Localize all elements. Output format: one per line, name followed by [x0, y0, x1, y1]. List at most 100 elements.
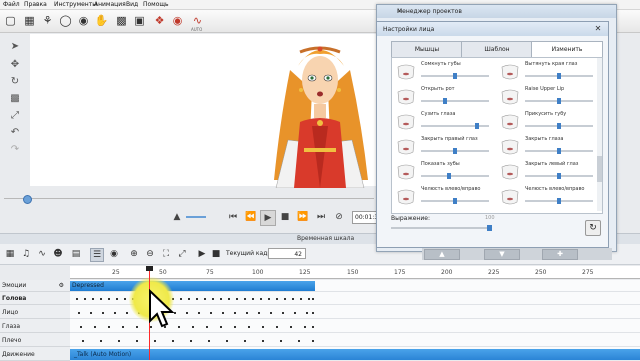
- tab-template[interactable]: Шаблон: [461, 41, 533, 58]
- keyframe-marker[interactable]: [126, 312, 128, 314]
- face-control-slider[interactable]: [421, 173, 489, 179]
- key-icon[interactable]: ◉: [108, 248, 120, 260]
- motion-clip[interactable]: _Talk (Auto Motion): [70, 349, 640, 360]
- menu-edit[interactable]: Правка: [24, 1, 47, 8]
- keyframe-marker[interactable]: [246, 312, 248, 314]
- keyframe-marker[interactable]: [154, 340, 156, 342]
- keyframe-marker[interactable]: [294, 312, 296, 314]
- keyframe-marker[interactable]: [174, 312, 176, 314]
- face-control[interactable]: Показать зубы: [394, 160, 492, 185]
- keyframe-marker[interactable]: [100, 340, 102, 342]
- keyframe-marker[interactable]: [222, 312, 224, 314]
- gear-icon[interactable]: ⚙: [59, 280, 64, 292]
- keyframe-marker[interactable]: [172, 340, 174, 342]
- head-icon[interactable]: ☻: [52, 248, 64, 260]
- face-control-handle[interactable]: [475, 123, 479, 129]
- track-settings-icon[interactable]: ▦: [4, 248, 16, 260]
- current-frame-input[interactable]: 42: [268, 248, 306, 259]
- keyframe-marker[interactable]: [308, 298, 310, 300]
- face-control-handle[interactable]: [453, 198, 457, 204]
- face-control[interactable]: Закрыть глаза: [498, 135, 596, 160]
- layer-icon[interactable]: ▤: [70, 248, 82, 260]
- move-icon[interactable]: ✥: [8, 58, 22, 72]
- keyframe-marker[interactable]: [180, 298, 182, 300]
- face-control-handle[interactable]: [443, 98, 447, 104]
- keyframe-marker[interactable]: [108, 298, 110, 300]
- keyframe-marker[interactable]: [234, 326, 236, 328]
- keyframe-marker[interactable]: [84, 298, 86, 300]
- keyframe-marker[interactable]: [306, 312, 308, 314]
- keyframe-marker[interactable]: [292, 298, 294, 300]
- project-manager-titlebar[interactable]: Менеджер проектов ✕: [377, 5, 616, 18]
- face-control-handle[interactable]: [557, 73, 561, 79]
- keyframe-marker[interactable]: [312, 340, 314, 342]
- keyframe-marker[interactable]: [190, 340, 192, 342]
- keyframe-marker[interactable]: [276, 326, 278, 328]
- preview-scrubber[interactable]: [4, 194, 374, 204]
- play-icon[interactable]: ▶: [260, 210, 276, 226]
- keyframe-marker[interactable]: [78, 312, 80, 314]
- keyframe-marker[interactable]: [258, 312, 260, 314]
- keyframe-marker[interactable]: [90, 312, 92, 314]
- keyframe-marker[interactable]: [76, 298, 78, 300]
- face-control-handle[interactable]: [557, 123, 561, 129]
- keyframe-marker[interactable]: [188, 298, 190, 300]
- keyframe-marker[interactable]: [100, 298, 102, 300]
- keyframe-marker[interactable]: [124, 298, 126, 300]
- puppet-icon[interactable]: ⚘: [40, 13, 55, 28]
- reset-icon[interactable]: ↻: [585, 220, 601, 236]
- face-control-handle[interactable]: [557, 198, 561, 204]
- hand-icon[interactable]: ✋: [94, 13, 109, 28]
- face-settings-panel[interactable]: Настройки лица ✕ Мышцы Шаблон Изменить С…: [376, 21, 609, 248]
- face-control-handle[interactable]: [557, 98, 561, 104]
- keyframe-marker[interactable]: [136, 340, 138, 342]
- keyframe-marker[interactable]: [206, 326, 208, 328]
- keyframe-marker[interactable]: [244, 340, 246, 342]
- volume-icon[interactable]: ▲: [170, 210, 184, 224]
- face-control[interactable]: Закрыть левый глаз: [498, 160, 596, 185]
- lip-sync-icon[interactable]: ❖: [152, 13, 167, 28]
- face-control-slider[interactable]: [525, 123, 593, 129]
- eye-icon[interactable]: ◉: [76, 13, 91, 28]
- face-control[interactable]: Сомкнуть губы: [394, 60, 492, 85]
- keyframe-marker[interactable]: [118, 340, 120, 342]
- keyframe-marker[interactable]: [94, 326, 96, 328]
- face-control-slider[interactable]: [421, 73, 489, 79]
- face-control-handle[interactable]: [453, 148, 457, 154]
- expression-slider[interactable]: [391, 225, 492, 231]
- keyframe-marker[interactable]: [262, 326, 264, 328]
- track-label-eyes[interactable]: Глаза: [0, 321, 70, 333]
- keyframe-marker[interactable]: [282, 312, 284, 314]
- face-control-slider[interactable]: [525, 98, 593, 104]
- face-control[interactable]: Вытянуть края глаз: [498, 60, 596, 85]
- select-arrow-icon[interactable]: ➤: [8, 40, 22, 54]
- close-icon[interactable]: ✕: [397, 8, 612, 15]
- curve-icon[interactable]: ∿: [36, 248, 48, 260]
- keyframe-marker[interactable]: [186, 312, 188, 314]
- face-settings-titlebar[interactable]: Настройки лица ✕: [377, 22, 608, 36]
- expression-slider-handle[interactable]: [487, 225, 492, 231]
- keyframe-marker[interactable]: [212, 298, 214, 300]
- zoom-in-icon[interactable]: ⊕: [128, 248, 140, 260]
- keyframe-marker[interactable]: [234, 312, 236, 314]
- prev-frame-icon[interactable]: ⏪: [244, 210, 258, 224]
- keyframe-marker[interactable]: [196, 298, 198, 300]
- track-label-head[interactable]: Голова: [0, 293, 70, 305]
- keyframe-marker[interactable]: [290, 326, 292, 328]
- up-arrow-icon[interactable]: ▲: [424, 249, 460, 260]
- scrubber-handle[interactable]: [23, 195, 32, 204]
- track-label-emotions[interactable]: Эмоции ⚙: [0, 280, 70, 292]
- face-control[interactable]: Открыть рот: [394, 85, 492, 110]
- keyframe-marker[interactable]: [312, 312, 314, 314]
- mouth-icon[interactable]: ◯: [58, 13, 73, 28]
- expand-icon[interactable]: ⤢: [176, 248, 188, 260]
- grid-icon[interactable]: ▦: [22, 13, 37, 28]
- menu-view[interactable]: Вид: [126, 1, 138, 8]
- keyframe-marker[interactable]: [220, 298, 222, 300]
- voice-icon[interactable]: ◉: [170, 13, 185, 28]
- keyframe-marker[interactable]: [102, 312, 104, 314]
- redo-icon[interactable]: ↷: [8, 143, 22, 157]
- keyframe-marker[interactable]: [244, 298, 246, 300]
- face-control[interactable]: Сузить глаза: [394, 110, 492, 135]
- keyframe-marker[interactable]: [204, 298, 206, 300]
